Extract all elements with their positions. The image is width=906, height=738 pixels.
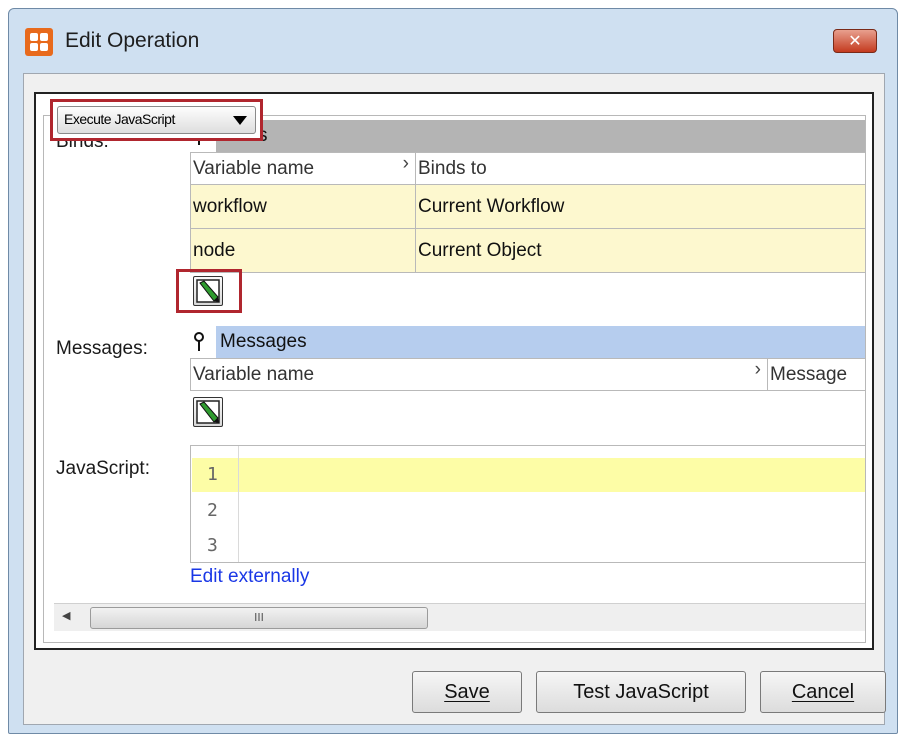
edit-messages-button[interactable]	[193, 397, 223, 427]
column-header-label: Message	[770, 363, 848, 385]
edit-icon	[196, 279, 220, 303]
close-icon: ✕	[848, 31, 862, 50]
pin-icon	[194, 332, 204, 351]
edit-externally-link[interactable]: Edit externally	[190, 566, 309, 588]
column-header-message[interactable]: Message	[767, 358, 865, 391]
table-row[interactable]: node Current Object	[190, 228, 865, 273]
bind-variable-cell[interactable]: node	[190, 228, 416, 273]
binds-section-header[interactable]: Binds	[190, 120, 865, 152]
dialog-body: Execute JavaScript Binds: Binds	[23, 73, 886, 725]
bind-target-cell[interactable]: Current Workflow	[415, 184, 865, 229]
horizontal-scrollbar[interactable]: ◀ III ▶	[54, 603, 865, 631]
line-number: 3	[207, 535, 218, 556]
operation-group: Execute JavaScript Binds: Binds	[34, 92, 874, 650]
messages-label: Messages:	[56, 338, 148, 359]
javascript-label: JavaScript:	[56, 458, 150, 479]
edit-operation-window: Edit Operation ✕ Execute JavaScript Bind…	[8, 8, 898, 734]
column-header-label: Variable name	[193, 157, 315, 179]
column-header-variable-name[interactable]: Variable name ›	[190, 152, 416, 185]
bind-target-cell[interactable]: Current Object	[415, 228, 865, 273]
window-title: Edit Operation	[65, 29, 200, 52]
test-javascript-button[interactable]: Test JavaScript	[536, 671, 746, 713]
column-header-label: Binds to	[418, 157, 487, 179]
dropdown-arrow-icon	[233, 116, 247, 125]
messages-header-bar: Messages	[216, 326, 865, 358]
scroll-thumb[interactable]: III	[90, 607, 428, 629]
save-button-label: Save	[444, 681, 490, 703]
cancel-button-label: Cancel	[791, 681, 855, 703]
binds-table: Variable name › Binds to › workflow Curr…	[190, 152, 865, 273]
column-header-label: Variable name	[193, 363, 315, 385]
messages-table: Variable name › Message	[190, 358, 865, 391]
messages-table-header: Variable name › Message	[190, 358, 865, 391]
column-header-variable-name[interactable]: Variable name ›	[190, 358, 768, 391]
chevron-right-icon: ›	[402, 153, 409, 174]
edit-binds-button[interactable]	[193, 276, 223, 306]
edit-icon	[196, 400, 220, 424]
binds-header-bar: Binds	[216, 120, 865, 152]
line-number: 1	[207, 464, 218, 485]
line-number: 2	[207, 500, 218, 521]
column-header-binds-to[interactable]: Binds to ›	[415, 152, 865, 185]
javascript-editor[interactable]: 1 2 3	[190, 445, 865, 563]
chevron-right-icon: ›	[754, 359, 761, 380]
messages-header-label: Messages	[220, 331, 307, 352]
operation-content: Binds: Binds Variable name ›	[43, 115, 866, 643]
binds-table-header: Variable name › Binds to ›	[190, 152, 865, 185]
active-line-highlight	[192, 458, 865, 492]
scroll-grip-icon: III	[254, 611, 264, 624]
close-button[interactable]: ✕	[833, 29, 877, 53]
test-javascript-button-label: Test JavaScript	[573, 681, 709, 703]
save-button[interactable]: Save	[412, 671, 522, 713]
operation-type-highlight: Execute JavaScript	[50, 99, 263, 141]
operation-type-select[interactable]: Execute JavaScript	[57, 106, 256, 134]
messages-section-header[interactable]: Messages	[190, 326, 865, 358]
scroll-left-icon[interactable]: ◀	[62, 609, 70, 622]
app-logo-icon	[25, 28, 53, 56]
title-bar: Edit Operation ✕	[9, 9, 897, 73]
cancel-button[interactable]: Cancel	[760, 671, 886, 713]
table-row[interactable]: workflow Current Workflow	[190, 184, 865, 229]
bind-variable-cell[interactable]: workflow	[190, 184, 416, 229]
operation-type-value: Execute JavaScript	[64, 111, 175, 127]
